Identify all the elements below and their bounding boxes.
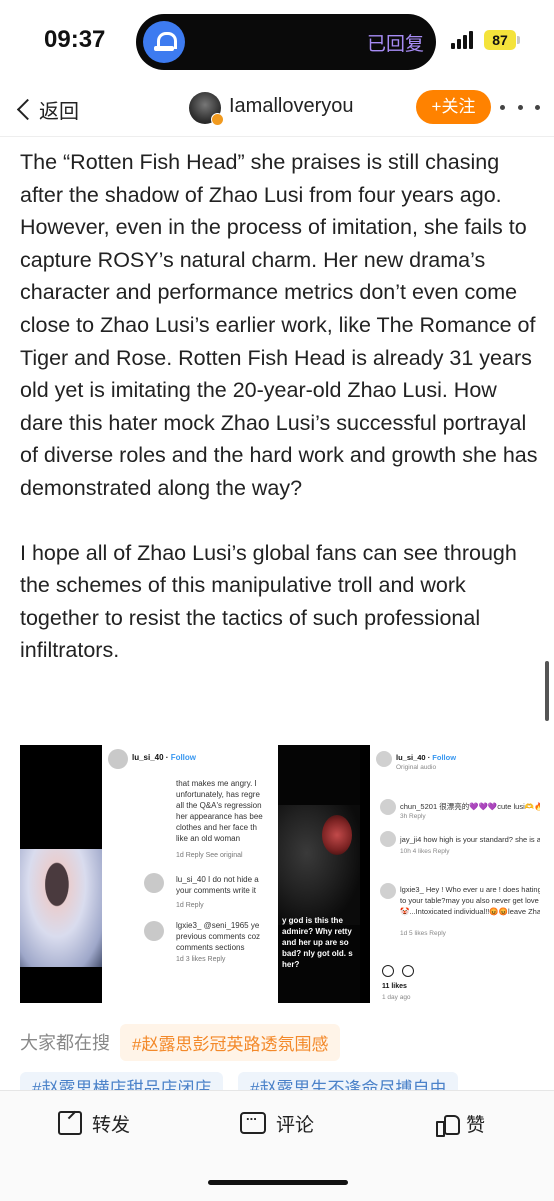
bell-icon — [143, 21, 185, 63]
follow-button[interactable]: +关注 — [416, 90, 491, 124]
panel-comment: jay_ji4 how high is your standard? she i… — [400, 835, 540, 844]
comment-icon — [240, 1108, 266, 1134]
like-button[interactable]: 赞 — [436, 1109, 485, 1137]
commenter-avatar — [108, 749, 128, 769]
more-options-button[interactable] — [500, 91, 540, 123]
panel-time: 1 day ago — [382, 994, 411, 1001]
comment-bubble-icon — [402, 965, 414, 977]
card-comment-line: unfortunately, has regre — [176, 790, 260, 799]
card-comment-line: your comments write it — [176, 886, 257, 895]
panel-comment-meta: 1d 5 likes Reply — [400, 930, 446, 937]
video-face — [322, 815, 352, 855]
hot-search-tag[interactable]: #赵露思生不逢命尽搏自由 — [238, 1072, 459, 1090]
more-dot-icon — [517, 104, 523, 110]
hot-search-row: 大家都在搜 #赵露思彭冠英路透氛围感 — [20, 1023, 341, 1061]
card-comment-line: her appearance has bee — [176, 812, 263, 821]
comment-label: 评论 — [276, 1114, 315, 1136]
panel-comment: to your table?may you also never get lov… — [400, 896, 539, 905]
card-comment-line: all the Q&A's regression — [176, 801, 262, 810]
post-image[interactable]: lu_si_40 · Follow that makes me angry. I… — [20, 745, 540, 1003]
chevron-left-icon — [16, 98, 39, 120]
post-paragraph: I hope all of Zhao Lusi’s global fans ca… — [20, 540, 517, 663]
hot-search-label: 大家都在搜 — [20, 1033, 110, 1053]
card-comment-line: comments sections — [176, 943, 245, 952]
card-bottom-space — [102, 963, 278, 1003]
back-button[interactable]: 返回 — [14, 92, 79, 126]
post-paragraph: The “Rotten Fish Head” she praises is st… — [20, 150, 538, 500]
hot-search-row-2: #赵露思横店甜品店闭店 #赵露思生不逢命尽搏自由 — [20, 1072, 540, 1090]
commenter-avatar — [144, 873, 164, 893]
back-label: 返回 — [39, 100, 79, 123]
comments-panel: lu_si_40 · Follow Original audio chun_52… — [370, 745, 540, 1003]
top-navigation-bar: 返回 Iamalloveryou +关注 — [0, 86, 554, 136]
card-comment-meta: 1d Reply See original — [176, 852, 243, 859]
commenter-avatar — [380, 799, 396, 815]
comment-screenshot-card: lu_si_40 · Follow that makes me angry. I… — [102, 745, 278, 963]
commenter-avatar — [144, 921, 164, 941]
card-comment-meta: 1d 3 likes Reply — [176, 956, 226, 963]
nav-divider — [0, 136, 554, 137]
video-frame: y god is this the admire? Why retty and … — [278, 745, 360, 1003]
panel-username: lu_si_40 · Follow — [396, 753, 457, 762]
share-button[interactable]: 转发 — [58, 1109, 130, 1137]
dynamic-island[interactable]: 已回复 — [136, 14, 436, 70]
image-divider — [360, 745, 370, 1003]
panel-subtitle: Original audio — [396, 764, 437, 771]
card-comment-line: lgxie3_ @seni_1965 ye — [176, 921, 260, 930]
status-bar: 09:37 已回复 87 — [0, 0, 554, 86]
more-dot-icon — [535, 104, 540, 110]
share-icon — [58, 1111, 82, 1135]
post-content: The “Rotten Fish Head” she praises is st… — [20, 146, 540, 667]
more-dot-icon — [500, 104, 505, 110]
cellular-signal-icon — [451, 29, 477, 49]
panel-comment: chun_5201 很漂亮的💜💜💜cute lusi🫶🔥🔥 — [400, 802, 540, 811]
commenter-avatar — [380, 831, 396, 847]
commenter-avatar — [376, 751, 392, 767]
author-username[interactable]: Iamalloveryou — [229, 95, 354, 118]
card-comment-meta: 1d Reply — [176, 902, 204, 909]
card-comment-line: clothes and her face th — [176, 823, 257, 832]
share-label: 转发 — [92, 1114, 131, 1136]
battery-cap — [517, 36, 520, 44]
battery-icon: 87 — [484, 30, 516, 50]
home-indicator[interactable] — [208, 1180, 348, 1185]
panel-likes: 11 likes — [382, 983, 407, 990]
card-comment-line: that makes me angry. I — [176, 779, 257, 788]
commenter-avatar — [380, 883, 396, 899]
card-comment-line: lu_si_40 I do not hide a — [176, 875, 259, 884]
verified-badge-icon — [211, 113, 224, 126]
panel-comment: lgxie3_ Hey ! Who ever u are ! does hati… — [400, 885, 540, 894]
island-notification-text: 已回复 — [366, 34, 424, 55]
scrollbar[interactable] — [545, 661, 549, 721]
status-time: 09:37 — [44, 26, 106, 53]
thumbs-up-icon — [436, 1113, 460, 1137]
portrait-photo — [20, 849, 102, 967]
heart-icon — [382, 965, 394, 977]
image-left-panel — [20, 745, 102, 1003]
panel-comment-meta: 3h Reply — [400, 813, 426, 820]
card-username: lu_si_40 · Follow — [132, 753, 197, 762]
video-overlay-text: y god is this the admire? Why retty and … — [282, 916, 353, 969]
panel-comment-meta: 10h 4 likes Reply — [400, 848, 450, 855]
hot-search-tag[interactable]: #赵露思彭冠英路透氛围感 — [120, 1023, 341, 1061]
like-label: 赞 — [466, 1114, 486, 1136]
comment-button[interactable]: 评论 — [240, 1108, 315, 1137]
card-comment-line: previous comments coz — [176, 932, 261, 941]
hot-search-tag[interactable]: #赵露思横店甜品店闭店 — [20, 1072, 224, 1090]
card-comment-line: like an old woman — [176, 834, 241, 843]
panel-comment: 🤡...Intoxicated individual!!😡😡leave Zhao — [400, 907, 540, 916]
